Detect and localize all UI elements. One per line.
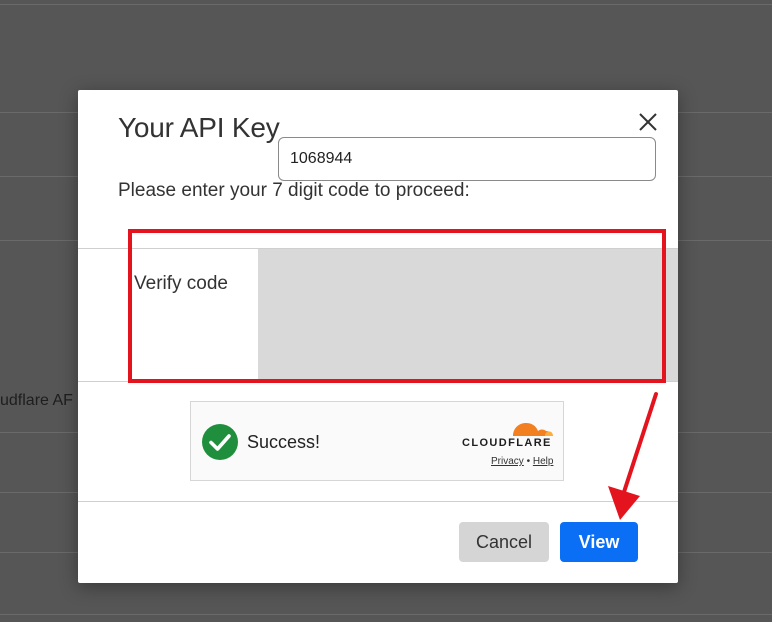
api-key-modal: Your API Key Please enter your 7 digit c…: [78, 90, 678, 583]
cloudflare-captcha-widget: Success! CLOUDFLARE Privacy • Help: [190, 401, 564, 481]
close-button[interactable]: [636, 110, 660, 134]
check-circle-icon: [202, 424, 238, 460]
background-text: udflare AF: [0, 392, 73, 409]
modal-title: Your API Key: [118, 112, 280, 143]
help-link[interactable]: Help: [533, 456, 554, 467]
captcha-links: Privacy • Help: [491, 456, 553, 467]
captcha-status: Success!: [247, 432, 321, 452]
view-button[interactable]: View: [560, 522, 638, 562]
privacy-link[interactable]: Privacy: [491, 456, 524, 467]
footer-divider: [78, 501, 678, 502]
verify-code-input[interactable]: [278, 137, 656, 181]
cancel-button[interactable]: Cancel: [459, 522, 549, 562]
background-divider: [0, 4, 772, 5]
close-icon: [639, 113, 657, 131]
verify-code-row: Verify code: [78, 248, 678, 382]
verify-code-label: Verify code: [134, 273, 228, 294]
modal-instruction: Please enter your 7 digit code to procee…: [118, 180, 470, 201]
cloudflare-wordmark: CLOUDFLARE: [462, 437, 552, 449]
link-separator: •: [526, 456, 531, 467]
background-divider: [0, 614, 772, 615]
verify-code-cell: [258, 249, 678, 381]
